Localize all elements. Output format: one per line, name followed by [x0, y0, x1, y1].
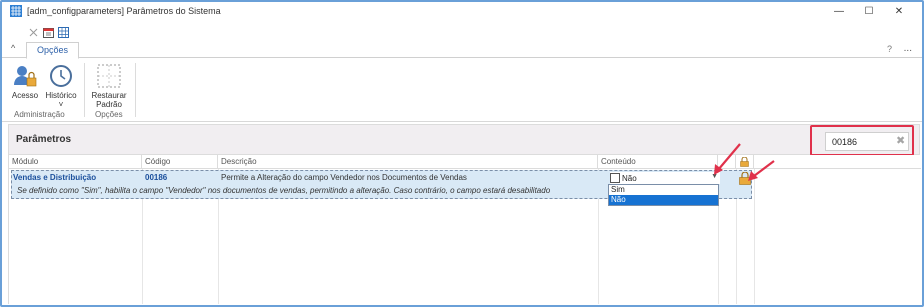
- app-grid-icon: [10, 5, 22, 17]
- acesso-button[interactable]: Acesso: [10, 63, 40, 100]
- column-header-modulo[interactable]: Módulo: [9, 155, 142, 169]
- restaurar-padrao-button[interactable]: Restaurar Padrão: [88, 63, 130, 109]
- quick-access-toolbar: [28, 25, 69, 39]
- historico-button[interactable]: Histórico ˅: [44, 63, 78, 109]
- restaurar-label-line2: Padrão: [96, 100, 122, 109]
- cell-modulo: Vendas e Distribuição: [13, 173, 97, 182]
- historico-clock-icon: [50, 65, 72, 87]
- group-divider: [135, 63, 136, 117]
- annotation-arrow-icon: [748, 160, 775, 181]
- conteudo-value: Não: [622, 173, 637, 183]
- close-button[interactable]: ✕: [884, 6, 914, 17]
- acesso-user-lock-icon: [14, 66, 37, 87]
- qat-calendar-icon[interactable]: [43, 27, 54, 38]
- historico-label: Histórico: [45, 91, 77, 100]
- search-highlight-box: ✖: [810, 125, 914, 156]
- column-divider: [754, 169, 755, 304]
- help-button[interactable]: ?: [887, 44, 892, 54]
- tab-opcoes[interactable]: Opções: [26, 42, 80, 59]
- minimize-button[interactable]: —: [824, 6, 854, 17]
- maximize-button[interactable]: ☐: [854, 6, 884, 17]
- cell-codigo: 00186: [145, 173, 168, 182]
- row-detail-text: Se definido como "Sim", habilita o campo…: [17, 186, 551, 195]
- parametros-panel-header: Parâmetros: [8, 124, 920, 155]
- column-header-descricao[interactable]: Descrição: [218, 155, 598, 169]
- clear-icon[interactable]: ✖: [896, 134, 905, 147]
- group-administracao-label: Administração: [14, 110, 65, 119]
- panel-title: Parâmetros: [16, 134, 72, 145]
- group-divider: [84, 63, 85, 117]
- conteudo-checkbox[interactable]: [610, 173, 620, 183]
- acesso-label: Acesso: [11, 91, 39, 100]
- parameters-grid: Módulo Código Descrição Conteúdo Vendas …: [8, 155, 921, 304]
- dropdown-option-sim[interactable]: Sim: [609, 185, 718, 195]
- more-button[interactable]: ...: [904, 43, 912, 54]
- column-header-conteudo[interactable]: Conteúdo: [598, 155, 718, 169]
- column-header-codigo[interactable]: Código: [142, 155, 218, 169]
- qat-cross-icon[interactable]: [28, 27, 39, 38]
- cell-descricao: Permite a Alteração do campo Vendedor no…: [221, 173, 467, 182]
- qat-table-icon[interactable]: [58, 26, 69, 38]
- conteudo-combobox[interactable]: Não ▼: [610, 172, 720, 184]
- window-title: [adm_configparameters] Parâmetros do Sis…: [27, 6, 221, 16]
- group-opcoes-label: Opções: [95, 110, 123, 119]
- historico-dropdown-icon[interactable]: ˅: [59, 100, 64, 109]
- column-header-filler: [754, 155, 921, 169]
- conteudo-dropdown-list: Sim Não: [608, 184, 719, 206]
- ribbon-tab-row: ^ Opções ? ...: [2, 42, 922, 59]
- ribbon-collapse-button[interactable]: ^: [11, 43, 15, 53]
- ribbon: Acesso Histórico ˅ Administração Restaur…: [2, 59, 922, 122]
- annotation-arrow-icon: [714, 143, 741, 175]
- restaurar-padrao-icon: [97, 64, 121, 88]
- restaurar-label-line1: Restaurar: [91, 91, 127, 100]
- dropdown-option-nao[interactable]: Não: [609, 195, 718, 205]
- title-bar: [adm_configparameters] Parâmetros do Sis…: [2, 2, 922, 20]
